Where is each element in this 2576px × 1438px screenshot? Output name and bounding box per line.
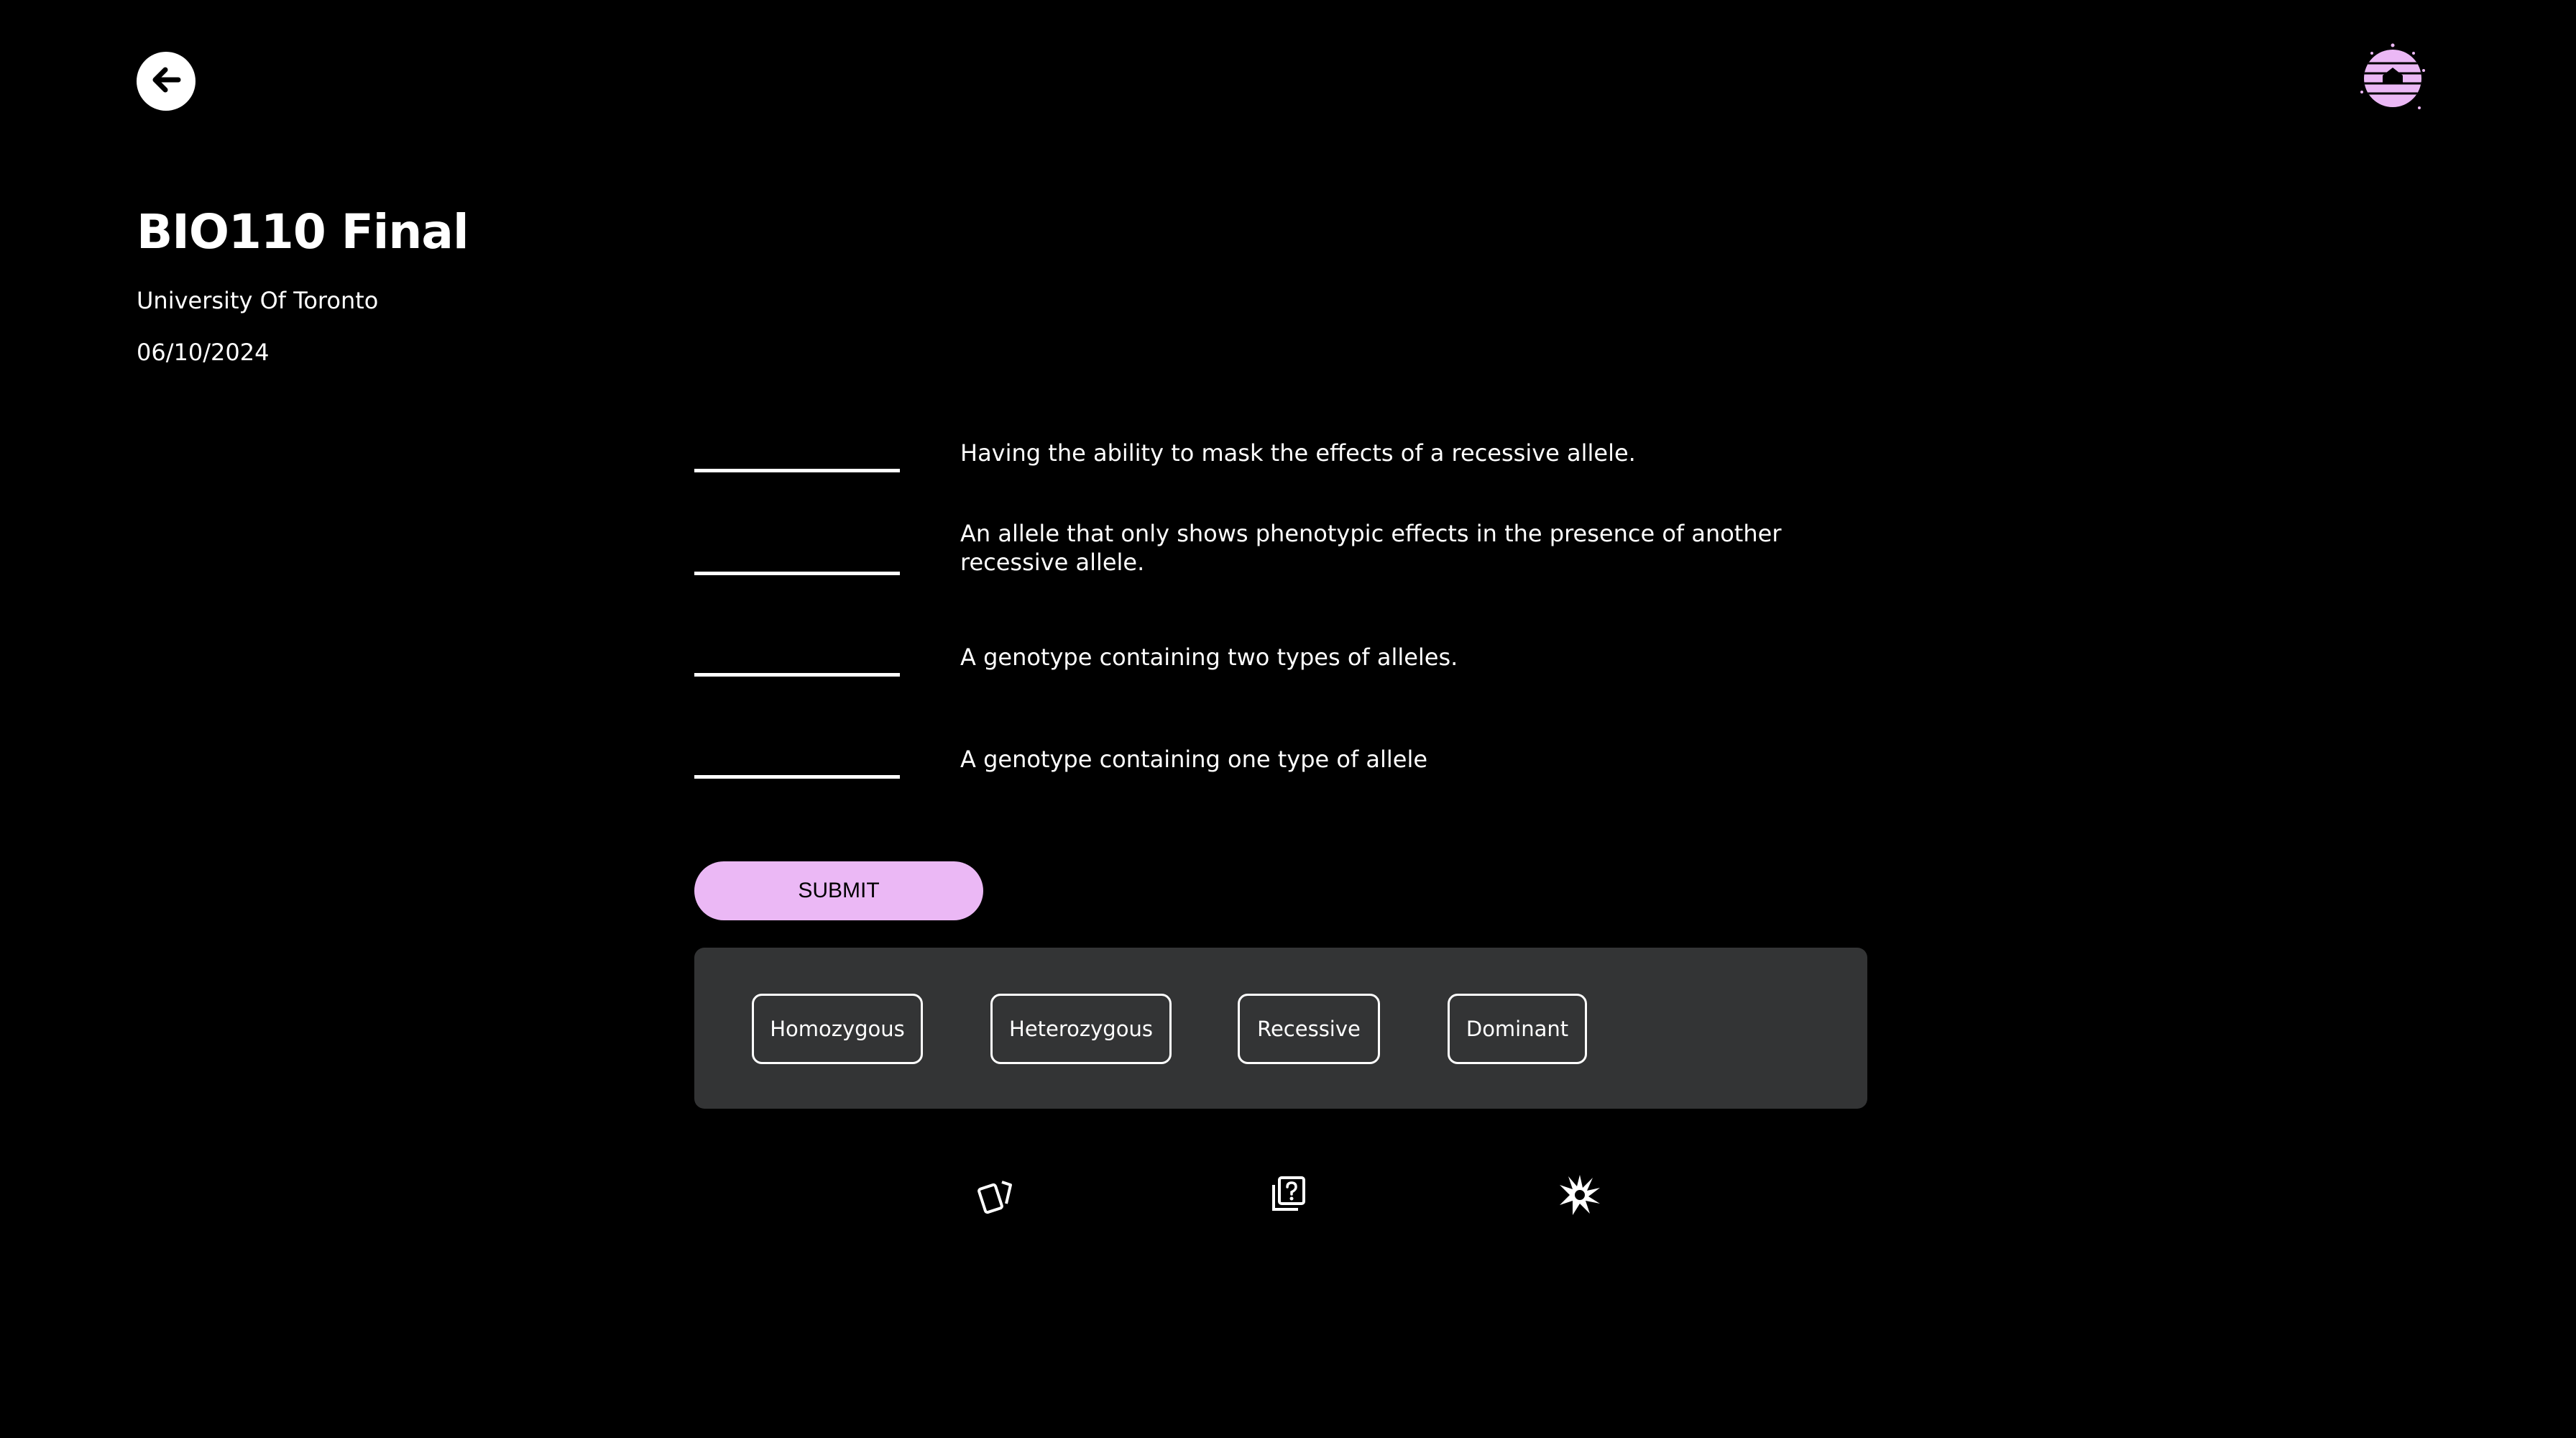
exam-header: BIO110 Final University Of Toronto 06/10… <box>137 200 469 368</box>
word-chip-heterozygous[interactable]: Heterozygous <box>990 994 1172 1064</box>
answer-blank[interactable] <box>694 775 900 779</box>
answer-blank[interactable] <box>694 572 900 575</box>
question-text: An allele that only shows phenotypic eff… <box>960 520 1782 576</box>
exam-date: 06/10/2024 <box>137 339 270 366</box>
page-title: BIO110 Final <box>137 204 469 260</box>
word-chip-homozygous[interactable]: Homozygous <box>752 994 923 1064</box>
word-chip-recessive[interactable]: Recessive <box>1238 994 1380 1064</box>
page: BIO110 Final University Of Toronto 06/10… <box>0 0 2576 1438</box>
back-button[interactable] <box>137 52 196 111</box>
question-text: A genotype containing one type of allele <box>960 746 1428 773</box>
question-row: A genotype containing one type of allele <box>694 745 1880 817</box>
word-bank: Homozygous Heterozygous Recessive Domina… <box>694 948 1867 1109</box>
word-chip-dominant[interactable]: Dominant <box>1448 994 1587 1064</box>
question-text: A genotype containing two types of allel… <box>960 644 1458 671</box>
quiz-icon[interactable] <box>1266 1173 1310 1217</box>
submit-button[interactable]: SUBMIT <box>694 861 983 920</box>
answer-blank[interactable] <box>694 673 900 677</box>
flashcards-icon[interactable] <box>975 1173 1018 1217</box>
logo-icon <box>2358 42 2428 112</box>
burst-icon[interactable] <box>1558 1173 1601 1217</box>
question-text: Having the ability to mask the effects o… <box>960 439 1636 467</box>
question-row: A genotype containing two types of allel… <box>694 643 1880 715</box>
answer-blank[interactable] <box>694 469 900 472</box>
institution-name: University Of Toronto <box>137 287 379 314</box>
question-row: Having the ability to mask the effects o… <box>694 439 1880 510</box>
question-row: An allele that only shows phenotypic eff… <box>694 519 1880 591</box>
arrow-left-icon <box>145 59 187 104</box>
